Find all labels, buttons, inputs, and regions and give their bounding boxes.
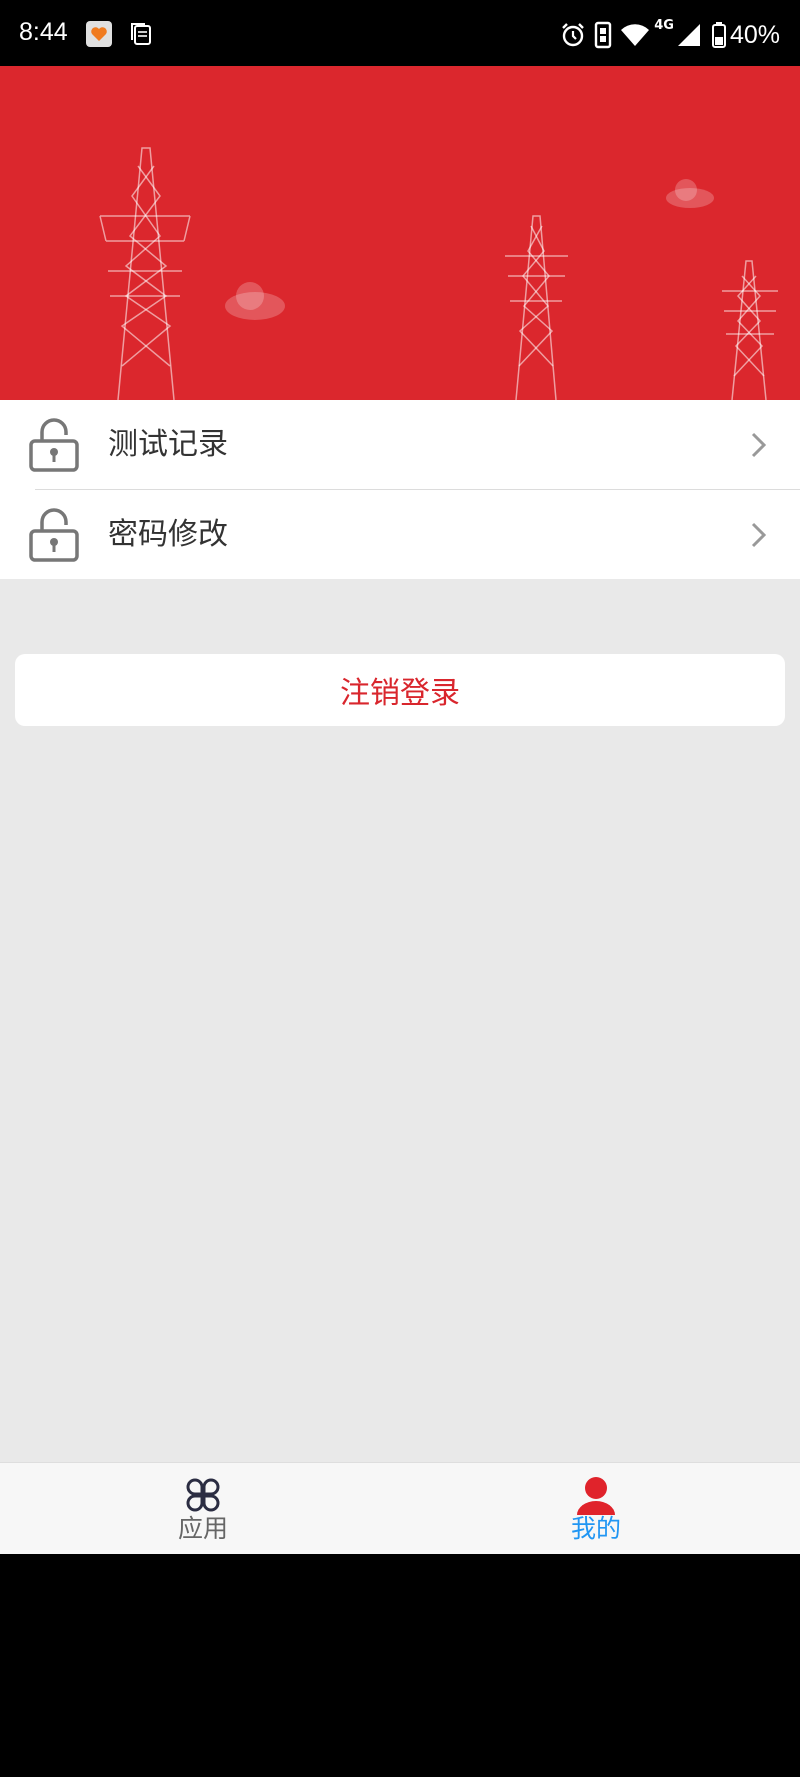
tab-label: 应用 xyxy=(177,1514,228,1543)
tab-label: 我的 xyxy=(570,1514,621,1543)
vibrate-icon xyxy=(595,21,612,49)
document-notification-icon xyxy=(131,23,151,45)
header-banner xyxy=(0,66,800,400)
lock-icon xyxy=(29,508,79,562)
wifi-icon xyxy=(621,24,650,46)
network-type: 4G xyxy=(654,18,674,33)
logout-button[interactable]: 注销登录 xyxy=(15,654,785,726)
tab-mine[interactable]: 我的 xyxy=(396,1463,796,1554)
chevron-right-icon xyxy=(751,432,767,458)
lock-icon xyxy=(29,418,79,472)
profile-icon xyxy=(577,1477,615,1515)
menu-item-label: 密码修改 xyxy=(108,517,228,552)
status-time: 8:44 xyxy=(19,18,68,46)
heart-notification-icon xyxy=(86,21,112,47)
battery-icon xyxy=(711,22,726,48)
signal-icon xyxy=(677,24,700,46)
apps-icon xyxy=(186,1478,220,1512)
power-tower-illustration xyxy=(99,147,778,400)
chevron-right-icon xyxy=(751,522,767,548)
menu-item-test-records[interactable]: 测试记录 xyxy=(0,400,800,489)
menu-list: 测试记录 密码修改 xyxy=(0,400,800,579)
menu-item-change-password[interactable]: 密码修改 xyxy=(29,489,800,579)
status-right: 4G 40% xyxy=(560,18,780,50)
menu-item-label: 测试记录 xyxy=(108,427,228,462)
status-bar: 8:44 4G 40% xyxy=(0,0,800,66)
battery-percentage: 40% xyxy=(729,20,780,49)
bottom-tab-bar: 应用 我的 xyxy=(0,1462,800,1554)
alarm-icon xyxy=(562,23,585,47)
app-screen: 测试记录 密码修改 注销登录 应用 我的 xyxy=(0,66,800,1554)
tab-apps[interactable]: 应用 xyxy=(3,1463,403,1554)
navigation-bar-area xyxy=(0,1554,800,1777)
